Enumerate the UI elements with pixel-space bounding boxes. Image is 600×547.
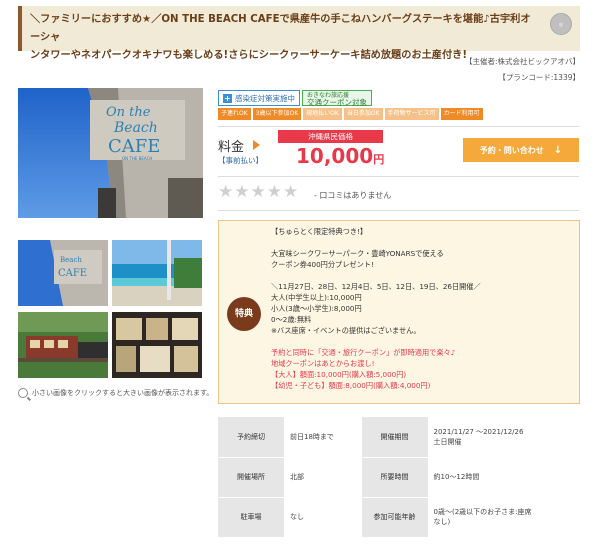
covid-measures-label: 感染症対策実施中: [235, 93, 295, 103]
special-offer-content: 【ちゅらとく限定特典つき!】大宜味シークワーサーパーク・豊崎YONARSで使える…: [271, 226, 481, 391]
cafe-sign-line-2: Beach: [113, 120, 158, 136]
plan-code: 【プランコード:1339】: [498, 73, 580, 82]
plan-title-line-2: ンタワーやネオパークオキナワも楽しめる!さらにシークヮーサーケーキ詰め放題のお土…: [30, 50, 467, 61]
special-offer-line: [271, 270, 481, 281]
plan-title-banner: ＼ファミリーにおすすめ★／ON THE BEACH CAFEで県産牛の手こねハン…: [18, 6, 580, 61]
plan-info-table: 予約締切 前日18時まで 開催期間 2021/11/27 〜2021/12/26…: [218, 417, 580, 538]
info-value: 0歳〜(2歳以下のお子さま:座席 なし): [427, 497, 580, 538]
price-number: 10,000: [296, 144, 374, 168]
divider: [218, 210, 579, 211]
gallery-hint: 小さい画像をクリックすると大きい画像が表示されます。: [18, 388, 213, 398]
covid-measures-badge: + 感染症対策実施中: [218, 90, 300, 106]
thumb-sign-line-2: Beach: [60, 256, 82, 264]
reserve-inquiry-button[interactable]: 予約・問い合わせ ↓: [463, 138, 579, 162]
plan-title-line-1: ＼ファミリーにおすすめ★／ON THE BEACH CAFEで県産牛の手こねハン…: [30, 14, 531, 43]
zoom-icon: [18, 388, 28, 398]
info-value-line: 0歳〜(2歳以下のお子さま:座席: [433, 508, 532, 516]
special-offer-line: 大宜味シークワーサーパーク・豊崎YONARSで使える: [271, 249, 444, 258]
info-key: 駐車場: [218, 497, 284, 538]
info-key: 開催場所: [218, 457, 284, 498]
resident-price-badge: 沖縄県民価格: [278, 130, 383, 143]
price-unit: 円: [373, 153, 385, 166]
special-offer-line: クーポン券400円分プレゼント!: [271, 260, 374, 269]
organizer-logo-icon: ◎: [550, 13, 572, 35]
divider: [218, 126, 579, 127]
price-arrow-icon: [253, 140, 260, 150]
thumb-sign-line-3: CAFE: [58, 268, 87, 279]
star-icon: ★: [283, 182, 299, 202]
special-offer-line: 小人(3歳〜小学生):8,000円: [271, 304, 362, 313]
review-count-text: - 口コミはありません: [314, 191, 392, 200]
main-photo: On the Beach CAFE ON THE BEACH: [18, 88, 203, 218]
table-row: 予約締切 前日18時まで 開催期間 2021/11/27 〜2021/12/26…: [218, 417, 580, 458]
feature-tag: 3歳以下参加OK: [252, 108, 302, 120]
special-offer-line: 予約と同時に「交通・旅行クーポン」が即時適用で楽々♪: [271, 348, 456, 357]
thumbnail-ocean-view[interactable]: [112, 240, 202, 306]
star-icon: ★: [218, 182, 234, 202]
info-value-line: なし): [433, 518, 451, 526]
special-offer-line: ※バス座席・イベントの提供はございません。: [271, 326, 421, 335]
special-offer-line: 【ちゅらとく限定特典つき!】: [271, 227, 368, 236]
cafe-sign-line-1: On the: [106, 105, 151, 120]
feature-tag: 子連れOK: [218, 108, 251, 120]
coupon-big-label: 交通クーポン対象: [307, 98, 367, 107]
star-icon: ★: [266, 182, 282, 202]
info-value: 前日18時まで: [284, 417, 362, 458]
cafe-sign-line-3: CAFE: [108, 136, 160, 157]
feature-tag: 手荷物サービス可: [384, 108, 439, 120]
special-offer-line: 【大人】額面:10,000円(購入額:5,000円): [271, 370, 407, 379]
thumbnail-cafe-sign[interactable]: Beach CAFE: [18, 240, 108, 306]
star-icon: ★: [234, 182, 250, 202]
table-row: 開催場所 北部 所要時間 約10〜12時間: [218, 457, 580, 498]
info-key: 参加可能年齢: [361, 497, 428, 538]
info-key: 所要時間: [361, 457, 428, 498]
status-tags: + 感染症対策実施中 おきなわ旅応援 交通クーポン対象: [218, 90, 372, 106]
special-offer-line: 0〜2歳:無料: [271, 315, 312, 324]
info-value: 2021/11/27 〜2021/12/26 土日開催: [427, 417, 580, 458]
plus-icon: +: [223, 93, 232, 103]
payment-type: 【事前払い】: [218, 156, 263, 165]
gallery-hint-text: 小さい画像をクリックすると大きい画像が表示されます。: [32, 389, 214, 397]
arrow-down-icon: ↓: [553, 144, 563, 156]
feature-tag: 当日参加OK: [343, 108, 383, 120]
thumbnail-train[interactable]: [18, 312, 108, 378]
price-label: 料金: [218, 140, 245, 155]
organizer-name: 【主催者:株式会社ビックアオバ】: [464, 57, 580, 66]
special-offer-box: 特典 【ちゅらとく限定特典つき!】大宜味シークワーサーパーク・豊崎YONARSで…: [218, 220, 580, 404]
info-value-line: 土日開催: [433, 437, 462, 446]
special-offer-line: [271, 237, 481, 248]
info-key: 予約締切: [218, 417, 284, 458]
special-offer-line: [271, 336, 481, 347]
info-value: 約10〜12時間: [427, 457, 580, 498]
special-badge: 特典: [227, 297, 261, 331]
info-key: 開催期間: [361, 417, 428, 458]
special-offer-line: 【幼児・子ども】額面:8,000円(購入額:4,000円): [271, 381, 431, 390]
special-offer-line: ＼11月27日、28日、12月4日、5日、12日、19日、26日開催／: [271, 282, 481, 291]
feature-tag: カード利用可: [440, 108, 483, 120]
info-value: 北部: [284, 457, 362, 498]
star-icon: ★: [250, 182, 266, 202]
feature-tags: 子連れOK 3歳以下参加OK 現地払いOK 当日参加OK 手荷物サービス可 カー…: [218, 108, 483, 120]
reserve-button-label: 予約・問い合わせ: [479, 145, 544, 155]
table-row: 駐車場 なし 参加可能年齢 0歳〜(2歳以下のお子さま:座席 なし): [218, 497, 580, 538]
special-offer-line: 地域クーポンはあとからお渡し!: [271, 359, 375, 368]
travel-coupon-badge: おきなわ旅応援 交通クーポン対象: [302, 90, 372, 106]
price-amount: 10,000円: [296, 144, 384, 168]
divider: [218, 176, 579, 177]
feature-tag: 現地払いOK: [303, 108, 342, 120]
special-offer-line: 大人(中学生以上):10,000円: [271, 293, 362, 302]
info-value: なし: [284, 497, 362, 538]
info-value-line: 2021/11/27 〜2021/12/26: [433, 427, 524, 436]
cafe-sign-sub: ON THE BEACH: [122, 156, 152, 161]
info-value-line: 約10〜12時間: [433, 473, 480, 481]
thumbnail-cake-souvenir[interactable]: [112, 312, 202, 378]
review-stars: ★ ★ ★ ★ ★: [218, 184, 298, 201]
